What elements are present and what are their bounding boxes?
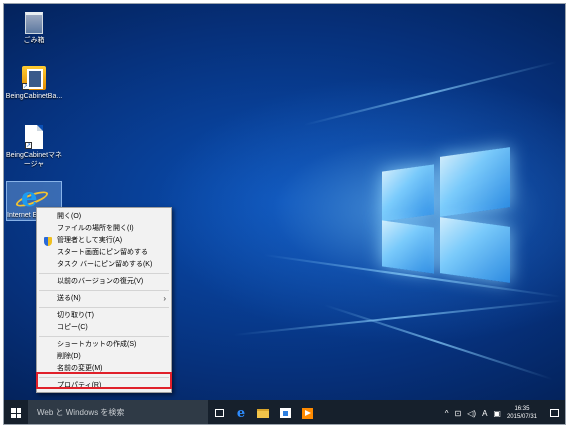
taskbar-edge-button[interactable]: e	[230, 400, 252, 424]
menu-item-restore-previous-versions[interactable]: 以前のバージョンの復元(V)	[37, 276, 171, 288]
menu-item-pin-to-taskbar[interactable]: タスク バーにピン留めする(K)	[37, 259, 171, 271]
windows-logo-icon	[11, 408, 21, 418]
menu-item-label: 名前の変更(M)	[57, 365, 103, 372]
uac-shield-icon	[44, 237, 52, 246]
search-box[interactable]: Web と Windows を検索	[28, 400, 208, 424]
task-view-button[interactable]	[208, 400, 230, 424]
light-beam	[323, 304, 553, 381]
menu-item-delete[interactable]: 削除(D)	[37, 351, 171, 363]
document-icon: ↗	[25, 125, 43, 149]
edge-icon: e	[236, 405, 246, 421]
menu-item-label: タスク バーにピン留めする(K)	[57, 261, 153, 268]
windows-logo-wallpaper	[382, 147, 512, 283]
shortcut-arrow-icon: ↗	[22, 83, 29, 90]
menu-item-copy[interactable]: コピー(C)	[37, 322, 171, 334]
chevron-up-icon[interactable]: ^	[445, 409, 449, 418]
folder-icon	[257, 408, 269, 418]
light-beam	[233, 299, 563, 336]
chevron-right-icon: ›	[163, 294, 166, 303]
start-button[interactable]	[4, 400, 28, 424]
taskbar-explorer-button[interactable]	[252, 400, 274, 424]
task-view-icon	[214, 409, 224, 417]
recycle-bin-icon	[25, 12, 43, 34]
menu-item-label: 削除(D)	[57, 353, 81, 360]
clock[interactable]: 16:35 2015/07/31	[507, 405, 537, 421]
desktop-icon-label: BeingCabinetマネージャ	[5, 152, 63, 168]
menu-item-run-as-admin[interactable]: 管理者として実行(A)	[37, 235, 171, 247]
media-player-icon	[301, 407, 313, 419]
store-icon	[279, 408, 291, 418]
taskbar-media-button[interactable]	[296, 400, 318, 424]
menu-item-label: 管理者として実行(A)	[57, 237, 123, 244]
properties-highlight-box	[36, 372, 172, 389]
light-beam	[303, 61, 557, 126]
menu-item-label: 以前のバージョンの復元(V)	[57, 278, 144, 285]
menu-item-pin-to-start[interactable]: スタート画面にピン留めする	[37, 247, 171, 259]
clock-time: 16:35	[514, 406, 530, 412]
menu-separator	[39, 273, 169, 274]
desktop-icon-beingcabinet-manager[interactable]: ↗ BeingCabinetマネージャ	[4, 125, 64, 169]
menu-item-label: スタート画面にピン留めする	[57, 249, 148, 256]
menu-item-cut[interactable]: 切り取り(T)	[37, 310, 171, 322]
menu-item-create-shortcut[interactable]: ショートカットの作成(S)	[37, 339, 171, 351]
desktop-icon-recycle-bin[interactable]: ごみ箱	[4, 10, 64, 45]
shortcut-arrow-icon: ↗	[25, 142, 32, 149]
menu-separator	[39, 307, 169, 308]
menu-item-label: 送る(N)	[57, 295, 81, 302]
context-menu: 開く(O) ファイルの場所を開く(I) 管理者として実行(A) スタート画面にピ…	[36, 207, 172, 393]
desktop-wallpaper: ごみ箱 ↗ BeingCabinetBa... ↗ BeingCabinetマネ…	[4, 4, 565, 400]
network-icon[interactable]: ⊡	[455, 409, 462, 418]
menu-item-label: ショートカットの作成(S)	[57, 341, 137, 348]
system-tray: ^ ⊡ ◁) A ▣ 16:35 2015/07/31	[442, 405, 565, 421]
desktop-icon-label: ごみ箱	[23, 37, 45, 44]
menu-item-open-file-location[interactable]: ファイルの場所を開く(I)	[37, 223, 171, 235]
menu-item-label: コピー(C)	[57, 324, 88, 331]
desktop-icon-label: BeingCabinetBa...	[5, 93, 63, 100]
notification-icon[interactable]	[550, 409, 559, 417]
menu-item-label: 切り取り(T)	[57, 312, 94, 319]
beingcabinet-app-icon: ↗	[22, 66, 46, 90]
ime-indicator[interactable]: A	[482, 409, 487, 418]
menu-separator	[39, 336, 169, 337]
volume-icon[interactable]: ◁)	[467, 409, 476, 418]
menu-item-send-to[interactable]: 送る(N) ›	[37, 293, 171, 305]
screenshot-frame: ごみ箱 ↗ BeingCabinetBa... ↗ BeingCabinetマネ…	[3, 3, 566, 425]
menu-item-label: ファイルの場所を開く(I)	[57, 225, 134, 232]
taskbar-store-button[interactable]	[274, 400, 296, 424]
taskbar: Web と Windows を検索 e ^ ⊡ ◁) A ▣ 16:35 201…	[4, 400, 565, 424]
clock-date: 2015/07/31	[506, 414, 537, 420]
menu-item-label: 開く(O)	[57, 213, 82, 220]
menu-separator	[39, 290, 169, 291]
menu-item-open[interactable]: 開く(O)	[37, 211, 171, 223]
keyboard-icon[interactable]: ▣	[493, 409, 501, 418]
desktop-icon-beingcabinet[interactable]: ↗ BeingCabinetBa...	[4, 66, 64, 101]
